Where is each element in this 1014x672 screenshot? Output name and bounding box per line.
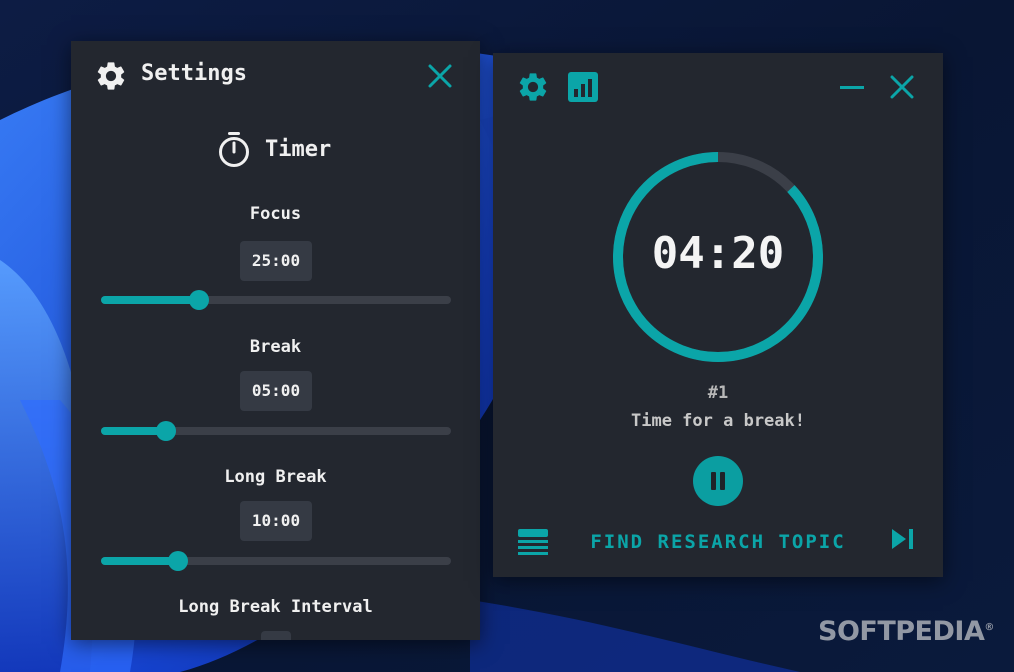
long-break-interval-value[interactable] xyxy=(261,631,291,640)
softpedia-watermark: SOFTPEDIA® xyxy=(818,616,994,647)
long-break-interval-label: Long Break Interval xyxy=(178,597,373,617)
long-break-label: Long Break xyxy=(224,467,327,487)
break-slider-thumb[interactable] xyxy=(155,421,176,441)
timer-window: 04:20 #1 Time for a break! FIND RESEARCH… xyxy=(493,53,943,577)
watermark-mark: ® xyxy=(984,622,994,633)
bar-chart-icon[interactable] xyxy=(568,72,598,102)
pause-button[interactable] xyxy=(693,456,743,506)
long-break-value[interactable]: 10:00 xyxy=(240,501,312,541)
pause-icon-bar-left xyxy=(711,472,716,490)
settings-title: Settings xyxy=(141,61,247,86)
gear-icon[interactable] xyxy=(516,70,550,104)
time-display: 04:20 xyxy=(651,228,785,279)
list-icon[interactable] xyxy=(518,529,548,557)
close-icon[interactable] xyxy=(890,75,914,99)
focus-label: Focus xyxy=(249,204,302,224)
gear-icon xyxy=(97,62,125,90)
stopwatch-icon xyxy=(219,132,249,167)
long-break-slider-fill xyxy=(101,557,178,565)
focus-slider[interactable] xyxy=(101,290,451,310)
pause-icon-bar-right xyxy=(720,472,725,490)
focus-value[interactable]: 25:00 xyxy=(240,241,312,281)
long-break-slider-thumb[interactable] xyxy=(168,551,188,571)
round-number: #1 xyxy=(707,383,729,403)
minimize-icon[interactable] xyxy=(840,86,864,89)
long-break-slider[interactable] xyxy=(101,551,451,571)
section-title: Timer xyxy=(265,137,332,162)
focus-slider-thumb[interactable] xyxy=(189,290,209,310)
timer-section-heading: Timer xyxy=(71,131,480,171)
settings-header: Settings xyxy=(71,41,480,111)
settings-window: Settings Timer Focus 25:00 Break 05:00 L… xyxy=(71,41,480,640)
close-icon[interactable] xyxy=(427,63,453,89)
break-value[interactable]: 05:00 xyxy=(240,371,312,411)
current-task[interactable]: FIND RESEARCH TOPIC xyxy=(553,531,883,553)
break-label: Break xyxy=(249,337,302,357)
focus-slider-fill xyxy=(101,296,199,304)
round-message: Time for a break! xyxy=(631,411,805,431)
skip-next-icon[interactable] xyxy=(891,528,915,550)
break-slider[interactable] xyxy=(101,421,451,441)
watermark-text: SOFTPEDIA xyxy=(818,616,985,647)
